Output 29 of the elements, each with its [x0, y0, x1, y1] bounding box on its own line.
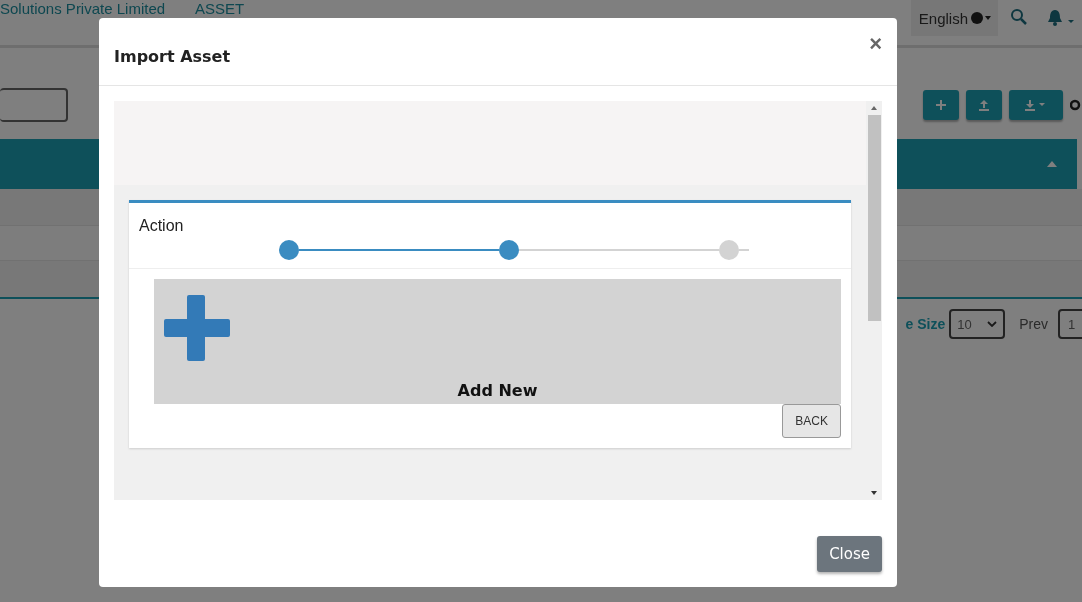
scroll-down-icon[interactable]: [871, 491, 877, 495]
chevron-down-icon: [987, 321, 998, 327]
link-icon[interactable]: [1070, 98, 1082, 112]
page-size-label: e Size: [905, 316, 946, 332]
search-field[interactable]: [0, 88, 68, 122]
module-title: ASSET: [195, 1, 245, 17]
upload-icon: [978, 99, 990, 111]
back-button[interactable]: BACK: [782, 404, 841, 438]
close-button[interactable]: ×: [869, 30, 882, 57]
search-icon[interactable]: [1010, 8, 1028, 26]
sort-icon[interactable]: [1047, 161, 1057, 167]
add-new-tile[interactable]: Add New: [154, 279, 841, 404]
bell-icon[interactable]: [1046, 8, 1076, 28]
page-size-select[interactable]: 10: [949, 309, 1006, 339]
language-button[interactable]: English: [910, 0, 998, 36]
modal-title: Import Asset: [114, 47, 231, 66]
company-name: Solutions Private Limited: [0, 1, 166, 17]
section-title: Action: [138, 216, 185, 235]
add-button[interactable]: [923, 90, 959, 120]
plus-icon: [164, 295, 230, 361]
close-button[interactable]: Close: [817, 536, 882, 572]
download-icon: [1024, 99, 1048, 111]
upload-button[interactable]: [966, 90, 1002, 120]
globe-icon: [970, 11, 992, 25]
download-button[interactable]: [1009, 90, 1063, 120]
page-number-field[interactable]: 1: [1058, 309, 1082, 339]
plus-icon: [935, 99, 947, 111]
scroll-up-icon[interactable]: [871, 106, 877, 110]
prev-link[interactable]: Prev: [1019, 316, 1048, 332]
